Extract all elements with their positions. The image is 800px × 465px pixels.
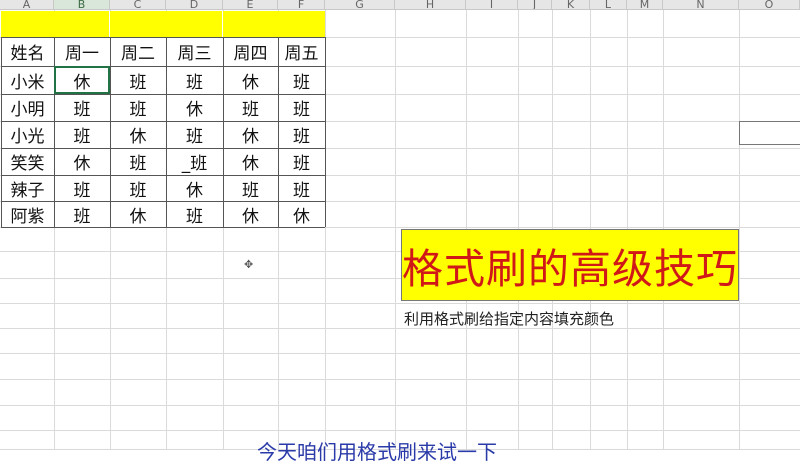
- grid-column-line: [395, 10, 396, 449]
- table-border: [1, 227, 325, 228]
- grid-row-line: [0, 430, 800, 431]
- grid-row-line: [0, 405, 800, 406]
- table-cell[interactable]: 休: [54, 148, 110, 175]
- table-cell[interactable]: 休: [223, 148, 278, 175]
- table-border: [1, 37, 325, 38]
- column-header-a[interactable]: A: [0, 0, 54, 10]
- table-cell[interactable]: 休: [110, 121, 166, 148]
- table-cell[interactable]: 班: [223, 175, 278, 201]
- grid-column-line: [739, 10, 740, 449]
- grid-row-line: [0, 353, 800, 354]
- table-border: [1, 121, 325, 122]
- table-cell[interactable]: 辣子: [1, 175, 54, 201]
- table-cell[interactable]: 小米: [1, 66, 54, 94]
- table-header-cell[interactable]: 周四: [223, 37, 278, 66]
- table-border: [1, 175, 325, 176]
- table-cell[interactable]: 班: [223, 94, 278, 121]
- table-border: [166, 37, 167, 227]
- title-banner: 格式刷的高级技巧: [401, 229, 739, 301]
- table-cell[interactable]: 班: [278, 66, 325, 94]
- column-header-i[interactable]: I: [466, 0, 518, 10]
- table-cell[interactable]: 休: [223, 66, 278, 94]
- cell-cursor-icon: ✥: [244, 258, 254, 271]
- column-header-e[interactable]: E: [223, 0, 278, 10]
- table-cell[interactable]: 小明: [1, 94, 54, 121]
- column-header-d[interactable]: D: [166, 0, 223, 10]
- grid-row-line: [0, 379, 800, 380]
- table-cell[interactable]: 班: [278, 148, 325, 175]
- column-header-n[interactable]: N: [663, 0, 739, 10]
- column-header-c[interactable]: C: [110, 0, 166, 10]
- table-cell[interactable]: 阿紫: [1, 201, 54, 227]
- column-header-m[interactable]: M: [627, 0, 663, 10]
- column-header-k[interactable]: K: [552, 0, 590, 10]
- column-header-l[interactable]: L: [590, 0, 627, 10]
- table-cell[interactable]: 休: [278, 201, 325, 227]
- bordered-cell-o[interactable]: [739, 121, 800, 145]
- table-cell[interactable]: 班: [166, 201, 223, 227]
- table-cell[interactable]: 班: [54, 94, 110, 121]
- grid-row-line: [0, 303, 800, 304]
- table-cell[interactable]: 笑笑: [1, 148, 54, 175]
- table-header-cell[interactable]: 周一: [54, 37, 110, 66]
- video-caption: 今天咱们用格式刷来试一下: [257, 440, 497, 464]
- title-text: 格式刷的高级技巧: [402, 245, 738, 293]
- column-header-j[interactable]: J: [518, 0, 552, 10]
- table-cell[interactable]: 班: [54, 175, 110, 201]
- yellow-merged-cell-cd[interactable]: [110, 11, 222, 37]
- column-header-f[interactable]: F: [278, 0, 325, 10]
- subtitle-text: 利用格式刷给指定内容填充颜色: [404, 310, 615, 328]
- table-cell[interactable]: 班: [166, 66, 223, 94]
- table-cell[interactable]: 小光: [1, 121, 54, 148]
- table-border: [110, 37, 111, 227]
- table-cell[interactable]: 班: [110, 175, 166, 201]
- yellow-merged-cell-ab[interactable]: [1, 11, 109, 37]
- table-header-cell[interactable]: 周三: [166, 37, 223, 66]
- table-border: [223, 37, 224, 227]
- table-header-cell[interactable]: 周五: [278, 37, 325, 66]
- spreadsheet[interactable]: ABCDEFGHIJKLMNO 姓名 周一 周二 周三 周四 周五 小米休班班休班小明班班休…: [0, 0, 800, 464]
- table-cell[interactable]: 休: [110, 201, 166, 227]
- table-border: [325, 37, 326, 227]
- table-border: [1, 66, 325, 67]
- table-cell[interactable]: _班: [166, 148, 223, 175]
- table-header-cell[interactable]: 周二: [110, 37, 166, 66]
- table-cell[interactable]: 休: [223, 121, 278, 148]
- table-cell[interactable]: 班: [110, 66, 166, 94]
- selected-cell[interactable]: [54, 66, 110, 94]
- table-cell[interactable]: 班: [54, 201, 110, 227]
- column-header-h[interactable]: H: [395, 0, 466, 10]
- table-cell[interactable]: 休: [166, 175, 223, 201]
- table-border: [1, 148, 325, 149]
- grid-row-line: [0, 328, 800, 329]
- table-cell[interactable]: 休: [166, 94, 223, 121]
- table-border: [278, 37, 279, 227]
- yellow-merged-cell-ef[interactable]: [223, 11, 325, 37]
- table-border: [1, 201, 325, 202]
- table-cell[interactable]: 班: [110, 94, 166, 121]
- column-header-g[interactable]: G: [325, 0, 395, 10]
- column-header-b[interactable]: B: [54, 0, 110, 10]
- column-header-o[interactable]: O: [739, 0, 800, 10]
- table-border: [1, 37, 2, 227]
- table-header-cell[interactable]: 姓名: [1, 37, 54, 66]
- table-cell[interactable]: 班: [110, 148, 166, 175]
- table-cell[interactable]: 班: [278, 175, 325, 201]
- table-border: [1, 94, 325, 95]
- table-cell[interactable]: 班: [278, 94, 325, 121]
- table-cell[interactable]: 班: [54, 121, 110, 148]
- table-cell[interactable]: 休: [223, 201, 278, 227]
- table-cell[interactable]: 班: [278, 121, 325, 148]
- table-cell[interactable]: 班: [166, 121, 223, 148]
